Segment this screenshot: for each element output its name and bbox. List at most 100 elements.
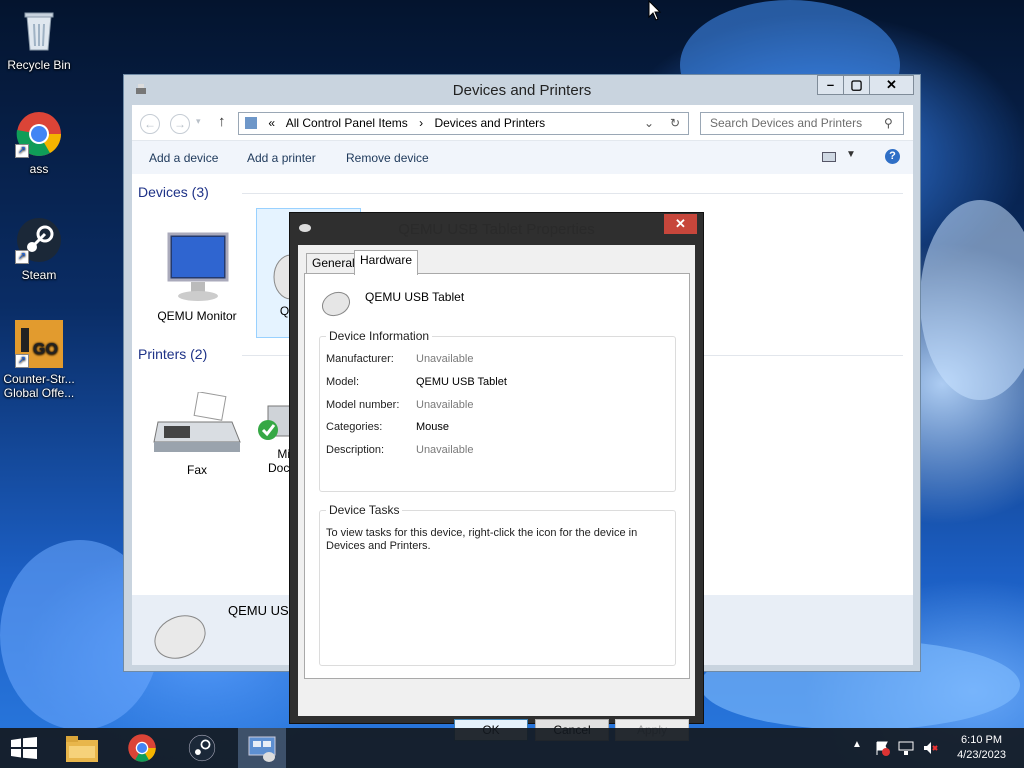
desktop-icon-steam[interactable]: ↗ Steam [0, 216, 78, 282]
details-device-name: QEMU USB [228, 603, 298, 618]
taskbar: ▲ 6:10 PM 4/23/2023 [0, 728, 1024, 768]
device-tasks-group: Device Tasks To view tasks for this devi… [319, 503, 676, 666]
info-key: Model: [326, 376, 360, 388]
device-tasks-text-line: Devices and Printers. [326, 540, 431, 552]
device-tasks-text: To view tasks for this device, right-cli… [326, 527, 637, 553]
printer-label: Fax [186, 463, 207, 477]
remove-device-button[interactable]: Remove device [346, 151, 429, 165]
dialog-close-button[interactable]: ✕ [664, 214, 697, 234]
steam-icon [188, 734, 216, 762]
shortcut-arrow-icon: ↗ [15, 354, 29, 368]
refresh-icon[interactable]: ↻ [670, 113, 680, 134]
device-tasks-text-line: To view tasks for this device, right-cli… [326, 527, 638, 539]
forward-button[interactable]: → [170, 114, 190, 134]
command-bar: Add a device Add a printer Remove device… [132, 141, 913, 174]
breadcrumb-devices-printers[interactable]: Devices and Printers [434, 116, 545, 130]
monitor-icon [167, 232, 229, 301]
volume-muted-icon[interactable] [922, 740, 938, 756]
change-view-icon[interactable] [822, 152, 836, 162]
info-value: Mouse [416, 421, 450, 433]
recycle-bin-icon [15, 6, 63, 54]
dialog-body: General Hardware QEMU USB Tablet Device … [298, 245, 695, 741]
search-input[interactable]: Search Devices and Printers [700, 112, 904, 135]
window-titlebar[interactable]: Devices and Printers – ▢ ✕ [124, 75, 920, 105]
info-key: Categories: [326, 421, 383, 433]
device-information-group: Device Information Manufacturer: Unavaila… [319, 329, 676, 492]
recent-locations-dropdown[interactable]: ▾ [196, 116, 201, 127]
info-row-description: Description: Unavailable [326, 444, 473, 456]
svg-text:GO: GO [33, 341, 58, 358]
hardware-tab-page: QEMU USB Tablet Device Information Manuf… [304, 273, 690, 679]
mouse-cursor-icon [648, 0, 662, 21]
info-row-model-number: Model number: Unavailable [326, 399, 473, 411]
navigation-bar: ← → ▾ ↑ « All Control Panel Items › Devi… [132, 105, 913, 141]
address-bar[interactable]: « All Control Panel Items › Devices and … [238, 112, 689, 135]
mouse-icon [154, 615, 206, 659]
clock-date: 4/23/2023 [957, 749, 1006, 761]
taskbar-devices-and-printers[interactable] [238, 728, 286, 768]
clock-time: 6:10 PM [961, 734, 1003, 746]
info-row-manufacturer: Manufacturer: Unavailable [326, 353, 473, 365]
chrome-icon: ↗ [15, 110, 63, 158]
fax-icon [153, 391, 241, 452]
control-panel-icon [245, 117, 257, 129]
desktop-icon-label: Recycle Bin [7, 58, 71, 72]
show-hidden-icons-icon[interactable]: ▲ [852, 739, 862, 750]
breadcrumb-control-panel[interactable]: All Control Panel Items [286, 116, 408, 130]
help-icon[interactable]: ? [885, 149, 900, 164]
info-key: Manufacturer: [326, 353, 394, 365]
devices-printers-icon [248, 736, 276, 762]
taskbar-file-explorer[interactable] [58, 728, 106, 768]
info-value: Unavailable [416, 444, 474, 456]
start-button[interactable] [0, 728, 48, 768]
printers-group-header[interactable]: Printers (2) [138, 346, 207, 362]
view-options-dropdown-icon[interactable]: ▼ [846, 149, 856, 160]
up-button[interactable]: ↑ [218, 113, 226, 130]
device-tasks-legend: Device Tasks [326, 503, 403, 517]
steam-icon: ↗ [15, 216, 63, 264]
minimize-button[interactable]: – [817, 75, 844, 95]
search-icon[interactable]: ⚲ [884, 116, 893, 130]
info-key: Description: [326, 444, 385, 456]
breadcrumb-overflow[interactable]: « [268, 116, 275, 130]
desktop-icon-label: Counter-Str... Global Offe... [3, 372, 75, 400]
info-value: QEMU USB Tablet [416, 376, 507, 388]
close-button[interactable]: ✕ [869, 75, 914, 95]
chrome-icon [128, 734, 156, 762]
desktop-icon-label: Steam [21, 268, 57, 282]
desktop-icon-label: ass [29, 162, 49, 176]
csgo-icon: GO ↗ [15, 320, 63, 368]
window-title: Devices and Printers [452, 82, 592, 99]
desktop-icon-recycle-bin[interactable]: Recycle Bin [0, 6, 78, 72]
printer-fax[interactable]: Fax [152, 391, 242, 477]
back-button[interactable]: ← [140, 114, 160, 134]
taskbar-chrome[interactable] [118, 728, 166, 768]
properties-dialog: QEMU USB Tablet Properties ✕ General Har… [289, 212, 704, 741]
divider [242, 193, 903, 194]
device-information-legend: Device Information [326, 329, 433, 343]
info-value: Unavailable [416, 353, 474, 365]
devices-group-header[interactable]: Devices (3) [138, 184, 209, 200]
desktop-icon-chrome[interactable]: ↗ ass [0, 110, 78, 176]
add-printer-button[interactable]: Add a printer [247, 151, 316, 165]
folder-icon [66, 736, 98, 762]
breadcrumb-separator[interactable]: › [419, 116, 423, 130]
taskbar-steam[interactable] [178, 728, 226, 768]
dialog-titlebar[interactable]: QEMU USB Tablet Properties ✕ [290, 213, 703, 243]
mouse-icon [321, 291, 351, 317]
wallpaper-glow [920, 200, 1024, 400]
dialog-title: QEMU USB Tablet Properties [398, 221, 595, 238]
info-key: Model number: [326, 399, 400, 411]
clock[interactable]: 6:10 PM 4/23/2023 [957, 734, 1006, 761]
action-center-flag-icon[interactable] [874, 740, 890, 756]
device-name: QEMU USB Tablet [365, 290, 465, 304]
add-device-button[interactable]: Add a device [149, 151, 218, 165]
network-icon[interactable] [898, 740, 914, 756]
tab-hardware[interactable]: Hardware [354, 250, 419, 275]
info-row-model: Model: QEMU USB Tablet [326, 376, 507, 388]
tab-general[interactable]: General [306, 253, 361, 274]
desktop-icon-csgo[interactable]: GO ↗ Counter-Str... Global Offe... [0, 320, 78, 400]
maximize-button[interactable]: ▢ [843, 75, 870, 95]
info-value: Unavailable [416, 399, 474, 411]
address-dropdown-icon[interactable]: ⌄ [644, 113, 654, 134]
